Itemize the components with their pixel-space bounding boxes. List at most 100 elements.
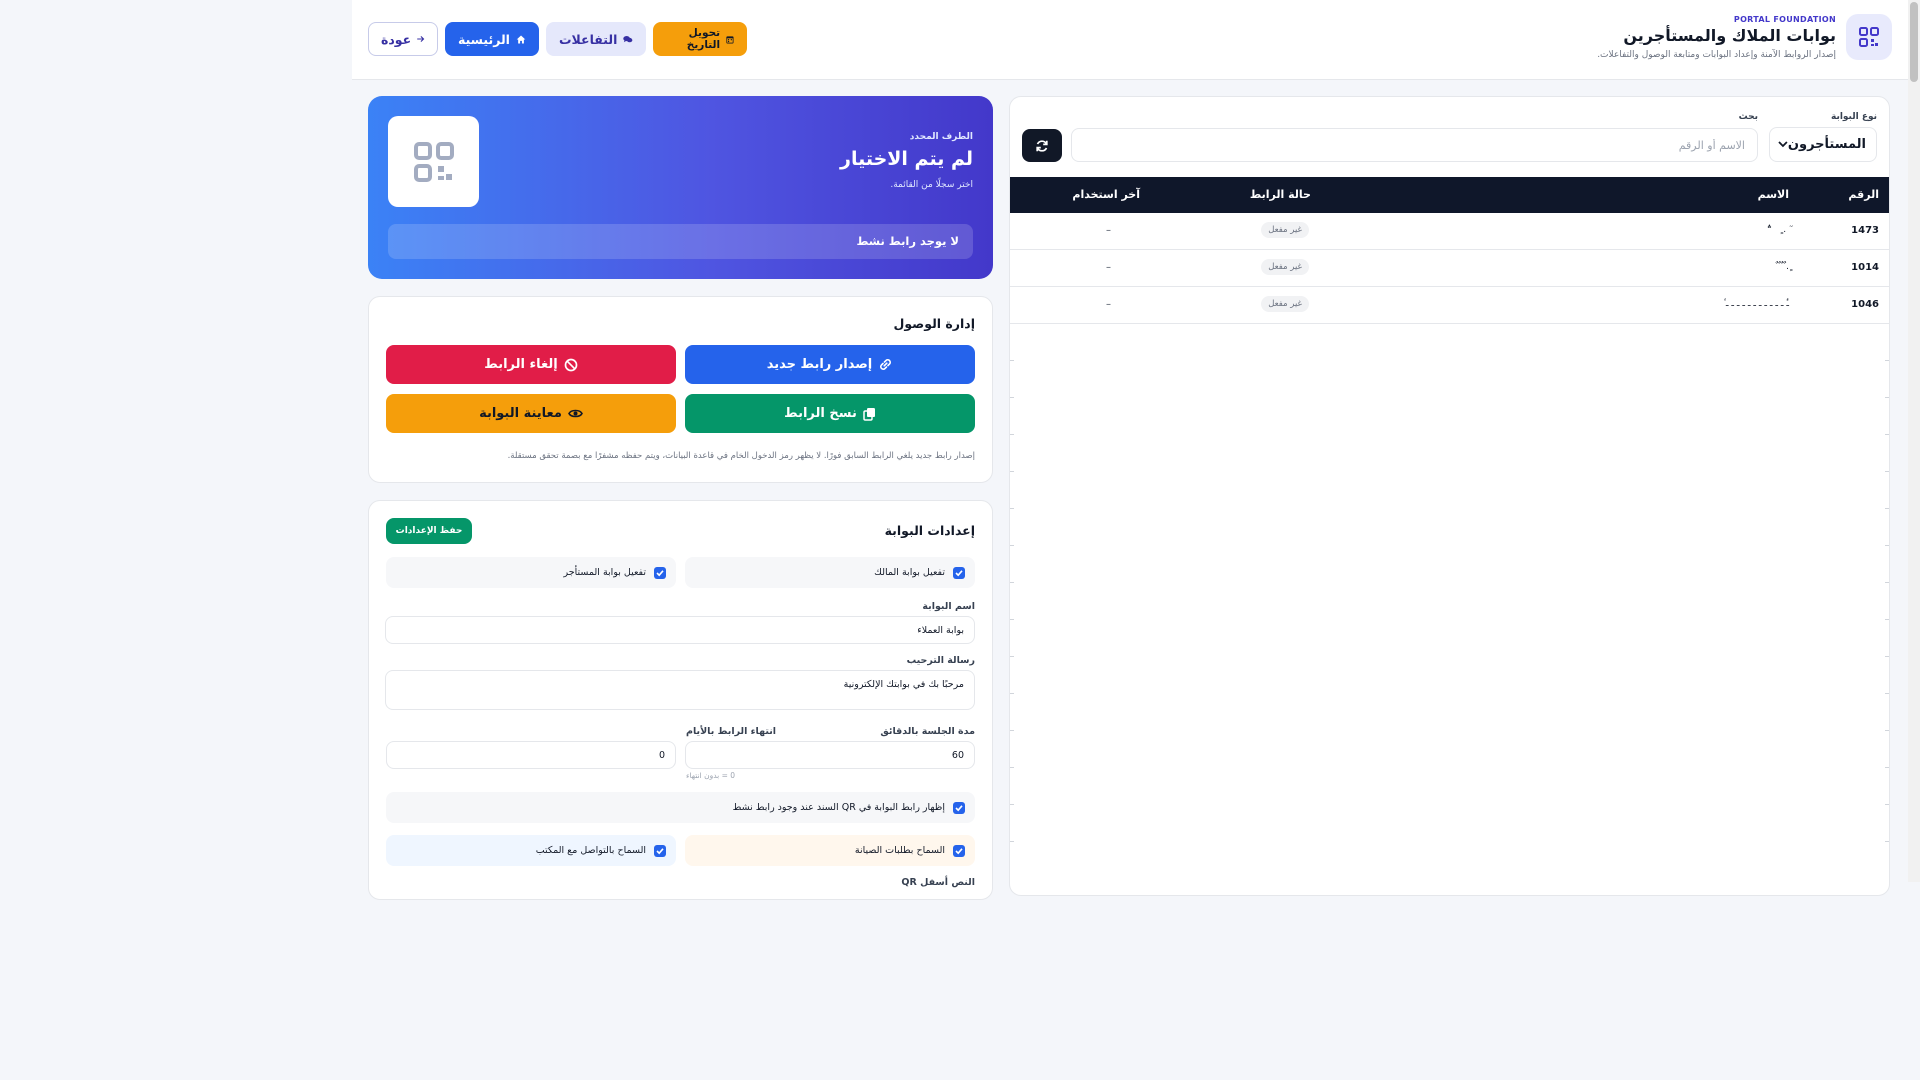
row-num: 1014 [1851, 262, 1879, 273]
qr-icon [413, 141, 454, 182]
issue-link-button[interactable]: إصدار رابط جديد [685, 345, 975, 384]
interactions-button[interactable]: التفاعلات [546, 22, 646, 56]
qr-icon [1846, 14, 1892, 60]
checkbox-checked[interactable] [953, 566, 965, 579]
contact-office-toggle[interactable]: السماح بالتواصل مع المكتب [386, 835, 676, 866]
contact-office-label: السماح بالتواصل مع المكتب [535, 845, 646, 856]
brand-eyebrow: PORTAL FOUNDATION [1733, 14, 1836, 24]
col-num: الرقم [1848, 188, 1879, 201]
save-settings-button[interactable]: حفظ الإعدادات [386, 518, 472, 544]
tenant-portal-label: تفعيل بوابة المستأجر [563, 567, 646, 578]
table-row[interactable]: 1046 ـٔٔ ـ ـ ـ ـ ـ ـ ـ ـ ـ ـ ـ ٔ غير مفع… [1010, 287, 1889, 324]
settings-card: إعدادات البوابة حفظ الإعدادات تفعيل بواب… [368, 500, 993, 900]
copy-link-label: نسخ الرابط [784, 406, 857, 421]
qr-footer-label: النص أسفل QR [901, 877, 975, 888]
status-badge: غير مفعل [1261, 259, 1309, 275]
arrow-right-icon [417, 36, 425, 42]
portal-name-field[interactable] [385, 616, 975, 644]
table-row[interactable]: 1473 ٓ . ٍ ؞ غير مفعل – [1010, 213, 1889, 250]
owner-portal-label: تفعيل بوابة المالك [874, 567, 945, 578]
ban-icon [564, 358, 578, 371]
issue-link-label: إصدار رابط جديد [766, 357, 873, 372]
access-note: إصدار رابط جديد يلغي الرابط السابق فورًا… [507, 451, 975, 461]
chevron-down-icon [1778, 141, 1788, 148]
preview-portal-button[interactable]: معاينة البوابة [386, 394, 676, 433]
row-last-used: – [1106, 262, 1111, 273]
home-button[interactable]: الرئيسية [445, 22, 539, 56]
home-icon [516, 35, 526, 43]
refresh-button[interactable] [1022, 129, 1062, 162]
row-last-used: – [1106, 225, 1111, 236]
maintenance-label: السماح بطلبات الصيانة [854, 845, 945, 856]
portal-name-label: اسم البوابة [922, 601, 975, 612]
top-nav: عودة الرئيسية التفاعلات تحويل التاريخ [368, 22, 747, 56]
top-bar: PORTAL FOUNDATION بوابات الملاك والمستأج… [352, 0, 1920, 80]
preview-portal-label: معاينة البوابة [479, 406, 562, 421]
checkbox-checked[interactable] [654, 566, 666, 579]
checkbox-checked[interactable] [953, 801, 965, 814]
status-badge: غير مفعل [1261, 296, 1309, 312]
date-convert-button[interactable]: تحويل التاريخ [653, 22, 747, 56]
portal-type-label: نوع البوابة [1830, 112, 1877, 122]
copy-icon [863, 407, 875, 421]
row-name: ـٔٔ ـ ـ ـ ـ ـ ـ ـ ـ ـ ـ ـ ٔ [1723, 299, 1789, 309]
table-row[interactable]: 1014 ٍ. ٌ ٌ ٌ ٌ غير مفعل – [1010, 250, 1889, 287]
refresh-icon [1036, 139, 1048, 152]
welcome-message-field[interactable]: مرحبًا بك في بوابتك الإلكترونية [385, 670, 975, 710]
settings-title: إعدادات البوابة [884, 523, 975, 538]
row-name: ٍ. ٌ ٌ ٌ ٌ [1775, 262, 1789, 272]
row-num: 1473 [1851, 225, 1879, 236]
access-title: إدارة الوصول [893, 316, 976, 331]
search-input[interactable] [1071, 128, 1758, 162]
page-title: بوابات الملاك والمستأجرين [1623, 25, 1836, 45]
tenant-portal-toggle[interactable]: تفعيل بوابة المستأجر [386, 557, 676, 588]
col-status: حالة الرابط [1249, 188, 1311, 201]
checkbox-checked[interactable] [953, 844, 965, 857]
page-scrollbar[interactable] [1908, 0, 1920, 882]
eye-icon [568, 409, 583, 418]
qr-link-label: إظهار رابط البوابة في QR السند عند وجود … [732, 802, 945, 813]
page-subtitle: إصدار الروابط الآمنة وإعداد البوابات ومت… [1597, 49, 1836, 60]
welcome-label: رسالة الترحيب [906, 655, 975, 666]
selected-eyebrow: الطرف المحدد [909, 132, 973, 142]
checkbox-checked[interactable] [654, 844, 666, 857]
interactions-label: التفاعلات [559, 31, 618, 47]
scrollbar-thumb[interactable] [1910, 2, 1918, 82]
active-link-status: لا يوجد رابط نشط [388, 224, 973, 259]
copy-link-button[interactable]: نسخ الرابط [685, 394, 975, 433]
selected-subtitle: اختر سجلًا من القائمة. [890, 180, 973, 190]
row-name: ٓ . ٍ ؞ [1766, 225, 1789, 235]
portal-type-select[interactable]: المستأجرون [1769, 127, 1877, 162]
revoke-link-button[interactable]: إلغاء الرابط [386, 345, 676, 384]
search-label: بحث [1738, 112, 1758, 122]
filters-bar: نوع البوابة المستأجرون بحث [1010, 97, 1889, 177]
maintenance-toggle[interactable]: السماح بطلبات الصيانة [685, 835, 975, 866]
records-panel: نوع البوابة المستأجرون بحث الرقم الاسم ح… [1009, 96, 1890, 896]
back-label: عودة [381, 31, 412, 47]
qr-placeholder [388, 116, 479, 207]
chat-icon [623, 35, 633, 42]
calendar-icon [726, 35, 734, 43]
session-duration-label: مدة الجلسة بالدقائق [880, 726, 975, 737]
access-card: إدارة الوصول إصدار رابط جديد إلغاء الراب… [368, 296, 993, 483]
portal-type-value: المستأجرون [1787, 137, 1866, 152]
link-expiry-field[interactable] [386, 741, 676, 769]
date-convert-label: تحويل التاريخ [686, 27, 721, 51]
status-badge: غير مفعل [1261, 222, 1309, 238]
link-expiry-label: انتهاء الرابط بالأيام [686, 726, 777, 737]
col-last-used: آخر استخدام [1072, 188, 1140, 201]
link-icon [880, 359, 892, 370]
back-button[interactable]: عودة [368, 22, 438, 56]
col-name: الاسم [1757, 188, 1789, 201]
brand: PORTAL FOUNDATION بوابات الملاك والمستأج… [1597, 14, 1892, 60]
revoke-link-label: إلغاء الرابط [484, 357, 558, 372]
expiry-hint: 0 = بدون انتهاء [686, 771, 736, 780]
session-duration-field[interactable] [685, 741, 975, 769]
table-header: الرقم الاسم حالة الرابط آخر استخدام [1010, 177, 1889, 213]
owner-portal-toggle[interactable]: تفعيل بوابة المالك [685, 557, 975, 588]
row-last-used: – [1106, 299, 1111, 310]
selected-party-card: الطرف المحدد لم يتم الاختيار اختر سجلًا … [368, 96, 993, 279]
selected-title: لم يتم الاختيار [840, 148, 973, 170]
row-num: 1046 [1851, 299, 1879, 310]
qr-link-toggle[interactable]: إظهار رابط البوابة في QR السند عند وجود … [386, 792, 975, 823]
